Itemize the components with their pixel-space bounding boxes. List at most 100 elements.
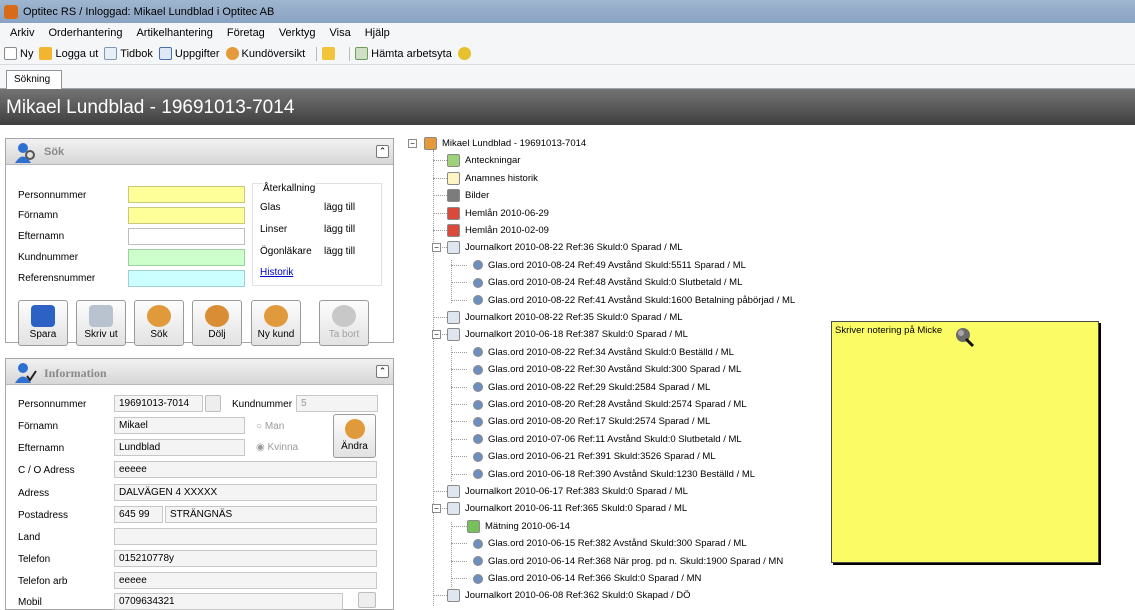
label-mobil: Mobil: [18, 597, 42, 608]
recall-ogonlakare-add-link[interactable]: lägg till: [324, 246, 355, 257]
recall-glas-add-link[interactable]: lägg till: [324, 202, 355, 213]
tree-glasorder[interactable]: Glas.ord 2010-08-22 Ref:34 Avstånd Skuld…: [467, 344, 734, 361]
menu-hjalp[interactable]: Hjälp: [365, 27, 390, 39]
radio-kvinna-label: Kvinna: [267, 442, 299, 453]
telefon-arb-field[interactable]: eeeee: [114, 572, 377, 589]
delete-button[interactable]: Ta bort: [319, 300, 369, 346]
fetch-workspace-button[interactable]: Hämta arbetsyta: [355, 47, 452, 60]
search-kundnummer-input[interactable]: [128, 249, 245, 266]
tree-glasorder[interactable]: Glas.ord 2010-07-06 Ref:11 Avstånd Skuld…: [467, 431, 742, 448]
tree-glasorder[interactable]: Glas.ord 2010-08-22 Ref:41 Avstånd Skuld…: [467, 292, 795, 309]
menu-visa[interactable]: Visa: [330, 27, 351, 39]
tree-node[interactable]: Anteckningar: [447, 152, 520, 169]
collapse-search-button[interactable]: ⌃: [376, 145, 389, 158]
edit-button[interactable]: Ändra: [333, 414, 376, 458]
save-button[interactable]: Spara: [18, 300, 68, 346]
tree-glasorder[interactable]: Glas.ord 2010-06-14 Ref:368 När prog. pd…: [467, 553, 783, 570]
menu-orderhantering[interactable]: Orderhantering: [48, 27, 122, 39]
tree-node[interactable]: Anamnes historik: [447, 170, 538, 187]
label-referensnummer: Referensnummer: [18, 273, 96, 284]
telefon-field[interactable]: 015210778y: [114, 550, 377, 567]
tree-glasorder[interactable]: Glas.ord 2010-06-18 Ref:390 Avstånd Skul…: [467, 466, 755, 483]
tasks-button[interactable]: Uppgifter: [158, 47, 220, 60]
sms-icon[interactable]: [358, 592, 376, 608]
tree-connector: [433, 230, 447, 231]
menu-foretag[interactable]: Företag: [227, 27, 265, 39]
ort-field[interactable]: STRÄNGNÄS: [165, 506, 377, 523]
new-document-icon: [4, 47, 17, 60]
print-label: Skriv ut: [84, 329, 118, 340]
radio-man[interactable]: ○ Man: [256, 421, 284, 432]
save-label: Spara: [29, 329, 57, 340]
tree-node[interactable]: Hemlån 2010-06-29: [447, 205, 549, 222]
postnummer-field[interactable]: 645 99: [114, 506, 163, 523]
fornamn-field[interactable]: Mikael: [114, 417, 245, 434]
tree-glasorder[interactable]: Glas.ord 2010-08-24 Ref:48 Avstånd Skuld…: [467, 274, 742, 291]
new-customer-button[interactable]: Ny kund: [251, 300, 301, 346]
co-adress-field[interactable]: eeeee: [114, 461, 377, 478]
tree-connector: [451, 438, 467, 440]
search-personnummer-input[interactable]: [128, 186, 245, 203]
tree-node[interactable]: Mätning 2010-06-14: [467, 518, 570, 535]
tree-journalkort[interactable]: Journalkort 2010-08-22 Ref:36 Skuld:0 Sp…: [447, 239, 683, 256]
tree-glasorder[interactable]: Glas.ord 2010-08-20 Ref:28 Avstånd Skuld…: [467, 396, 747, 413]
printer-icon: [89, 305, 113, 327]
tree-node[interactable]: Bilder: [447, 187, 489, 204]
tree-glasorder[interactable]: Glas.ord 2010-08-22 Ref:30 Avstånd Skuld…: [467, 361, 741, 378]
tree-journalkort[interactable]: Journalkort 2010-06-11 Ref:365 Skuld:0 S…: [447, 500, 687, 517]
tree-glasorder[interactable]: Glas.ord 2010-08-20 Ref:17 Skuld:2574 Sp…: [467, 413, 710, 430]
label-telefon-arb: Telefon arb: [18, 576, 68, 587]
menu-bar: Arkiv Orderhantering Artikelhantering Fö…: [0, 23, 1135, 43]
tree-collapse-toggle[interactable]: −: [432, 330, 441, 340]
logout-button[interactable]: Logga ut: [39, 47, 98, 60]
journal-icon: [447, 502, 460, 516]
recall-linser-add-link[interactable]: lägg till: [324, 224, 355, 235]
customer-overview-button[interactable]: Kundöversikt: [225, 47, 306, 60]
tree-glasorder[interactable]: Glas.ord 2010-06-15 Ref:382 Avstånd Skul…: [467, 535, 747, 552]
radio-kvinna[interactable]: ◉ Kvinna: [256, 442, 298, 453]
lock-button[interactable]: [322, 47, 338, 60]
tree-glasorder[interactable]: Glas.ord 2010-08-24 Ref:49 Avstånd Skuld…: [467, 257, 746, 274]
menu-verktyg[interactable]: Verktyg: [279, 27, 316, 39]
tree-node[interactable]: Hemlån 2010-02-09: [447, 222, 549, 239]
land-field[interactable]: [114, 528, 377, 545]
tree-glasorder[interactable]: Glas.ord 2010-06-21 Ref:391 Skuld:3526 S…: [467, 448, 716, 465]
hide-button[interactable]: Dölj: [192, 300, 242, 346]
tab-strip: Sökning: [0, 65, 1135, 90]
tab-sokning[interactable]: Sökning: [6, 70, 62, 90]
adress-field[interactable]: DALVÄGEN 4 XXXXX: [114, 484, 377, 501]
tree-journalkort[interactable]: Journalkort 2010-08-22 Ref:35 Skuld:0 Sp…: [447, 309, 683, 326]
collapse-information-button[interactable]: ⌃: [376, 365, 389, 378]
search-referensnummer-input[interactable]: [128, 270, 245, 287]
mobil-field[interactable]: 0709634321: [114, 593, 343, 610]
tree-collapse-toggle[interactable]: −: [432, 243, 441, 253]
glasses-order-icon: [473, 434, 483, 445]
lock-icon[interactable]: [205, 395, 221, 412]
menu-artikelhantering[interactable]: Artikelhantering: [136, 27, 212, 39]
tree-collapse-toggle[interactable]: −: [408, 139, 417, 148]
pushpin-icon[interactable]: [953, 326, 975, 348]
timebook-button[interactable]: Tidbok: [104, 47, 153, 60]
search-button[interactable]: Sök: [134, 300, 184, 346]
glasses-order-icon: [473, 416, 483, 427]
tree-journalkort[interactable]: Journalkort 2010-06-18 Ref:387 Skuld:0 S…: [447, 326, 688, 343]
sticky-note[interactable]: Skriver notering på Micke: [831, 321, 1099, 563]
wizard-button[interactable]: [457, 47, 474, 60]
new-button[interactable]: Ny: [4, 47, 33, 60]
tree-journalkort[interactable]: Journalkort 2010-06-17 Ref:383 Skuld:0 S…: [447, 483, 688, 500]
tree-glasorder[interactable]: Glas.ord 2010-06-14 Ref:366 Skuld:0 Spar…: [467, 570, 701, 587]
tree-glasorder[interactable]: Glas.ord 2010-08-22 Ref:29 Skuld:2584 Sp…: [467, 379, 710, 396]
efternamn-field[interactable]: Lundblad: [114, 439, 245, 456]
personnummer-field[interactable]: 19691013-7014: [114, 395, 203, 412]
customer-overview-label: Kundöversikt: [241, 47, 306, 60]
tree-collapse-toggle[interactable]: −: [432, 504, 441, 514]
menu-arkiv[interactable]: Arkiv: [10, 27, 34, 39]
recall-history-link[interactable]: Historik: [260, 267, 293, 278]
search-panel: Sök ⌃ Personnummer Förnamn Efternamn Kun…: [5, 138, 394, 346]
kundnummer-field[interactable]: 5: [296, 395, 378, 412]
tree-journalkort[interactable]: Journalkort 2010-06-08 Ref:362 Skuld:0 S…: [447, 587, 691, 604]
search-fornamn-input[interactable]: [128, 207, 245, 224]
tree-root[interactable]: Mikael Lundblad - 19691013-7014: [424, 135, 586, 152]
search-efternamn-input[interactable]: [128, 228, 245, 245]
print-button[interactable]: Skriv ut: [76, 300, 126, 346]
